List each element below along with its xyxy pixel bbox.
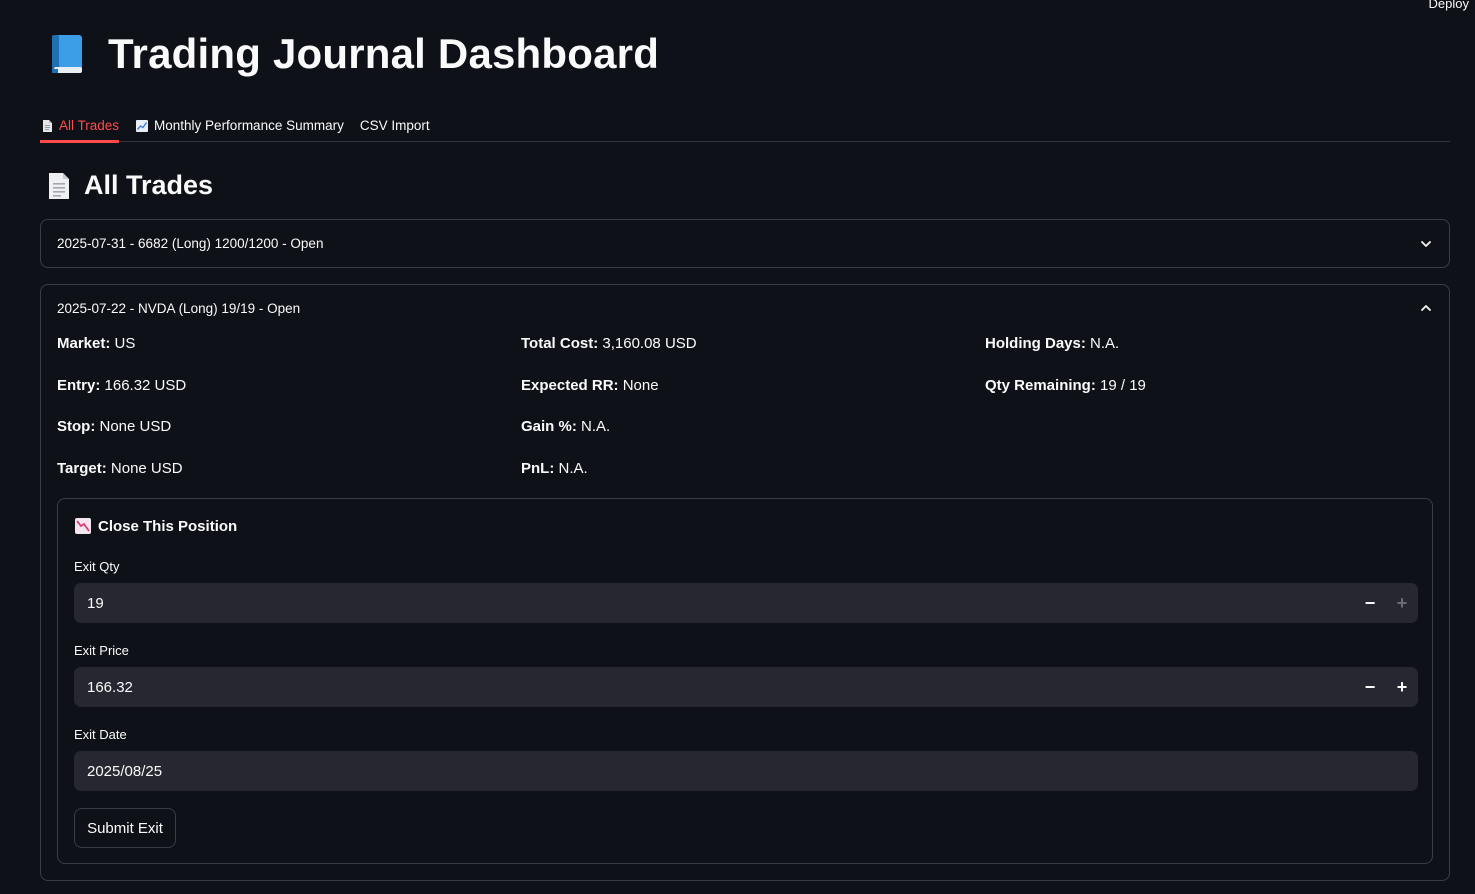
chevron-down-icon [1419, 237, 1433, 251]
section-title-text: All Trades [84, 170, 214, 200]
increment-button[interactable]: + [1386, 583, 1418, 623]
quantity-stepper: − + [1354, 583, 1418, 623]
detail-entry: Entry: 166.32 USD [57, 377, 187, 394]
submit-exit-button[interactable]: Submit Exit [74, 808, 176, 848]
exit-qty-label: Exit Qty [74, 559, 120, 574]
chevron-up-icon [1419, 301, 1433, 315]
page-title-text: Trading Journal Dashboard [108, 30, 660, 77]
tab-label: Monthly Performance Summary [154, 118, 344, 133]
exit-date-label: Exit Date [74, 727, 127, 742]
decrement-button[interactable]: − [1354, 667, 1386, 707]
close-position-form: Close This Position Exit Qty 19 − + Exit… [57, 498, 1433, 864]
exit-date-input[interactable]: 2025/08/25 [74, 751, 1418, 791]
exit-qty-input[interactable]: 19 − + [74, 583, 1418, 623]
exit-price-input[interactable]: 166.32 − + [74, 667, 1418, 707]
tab-csv-import[interactable]: CSV Import [360, 104, 430, 141]
trade-summary: 2025-07-31 - 6682 (Long) 1200/1200 - Ope… [57, 236, 324, 251]
price-stepper: − + [1354, 667, 1418, 707]
page-icon [46, 171, 72, 201]
increment-button[interactable]: + [1386, 667, 1418, 707]
exit-price-label: Exit Price [74, 643, 129, 658]
form-title: Close This Position [74, 517, 237, 535]
trade-expander: 2025-07-31 - 6682 (Long) 1200/1200 - Ope… [40, 219, 1450, 268]
detail-stop: Stop: None USD [57, 418, 172, 435]
section-title: All Trades [46, 170, 213, 201]
blue-book-icon [48, 33, 86, 75]
detail-pnl: PnL: N.A. [521, 460, 588, 477]
tab-monthly-performance[interactable]: Monthly Performance Summary [135, 104, 344, 141]
decrement-button[interactable]: − [1354, 583, 1386, 623]
trade-expander-header[interactable]: 2025-07-22 - NVDA (Long) 19/19 - Open [41, 285, 1449, 331]
tab-label: CSV Import [359, 118, 430, 133]
trade-expander: 2025-07-22 - NVDA (Long) 19/19 - Open Ma… [40, 284, 1450, 881]
chart-decreasing-icon [74, 517, 92, 535]
detail-expected-rr: Expected RR: None [521, 377, 659, 394]
trade-summary: 2025-07-22 - NVDA (Long) 19/19 - Open [57, 300, 301, 316]
detail-total-cost: Total Cost: 3,160.08 USD [521, 335, 697, 352]
deploy-button[interactable]: Deploy [1429, 0, 1469, 11]
detail-target: Target: None USD [57, 460, 183, 477]
detail-qty-remaining: Qty Remaining: 19 / 19 [985, 377, 1146, 394]
detail-gain: Gain %: N.A. [521, 418, 611, 435]
tab-all-trades[interactable]: All Trades [40, 104, 120, 143]
tab-label: All Trades [59, 118, 120, 133]
trade-expander-header[interactable]: 2025-07-31 - 6682 (Long) 1200/1200 - Ope… [41, 220, 1449, 267]
detail-holding-days: Holding Days: N.A. [985, 335, 1120, 352]
page-title: Trading Journal Dashboard [48, 30, 659, 78]
chart-icon [135, 119, 149, 133]
detail-market: Market: US [57, 335, 136, 352]
tab-bar: All Trades Monthly Performance Summary C… [40, 104, 1450, 143]
page-icon [40, 119, 54, 133]
